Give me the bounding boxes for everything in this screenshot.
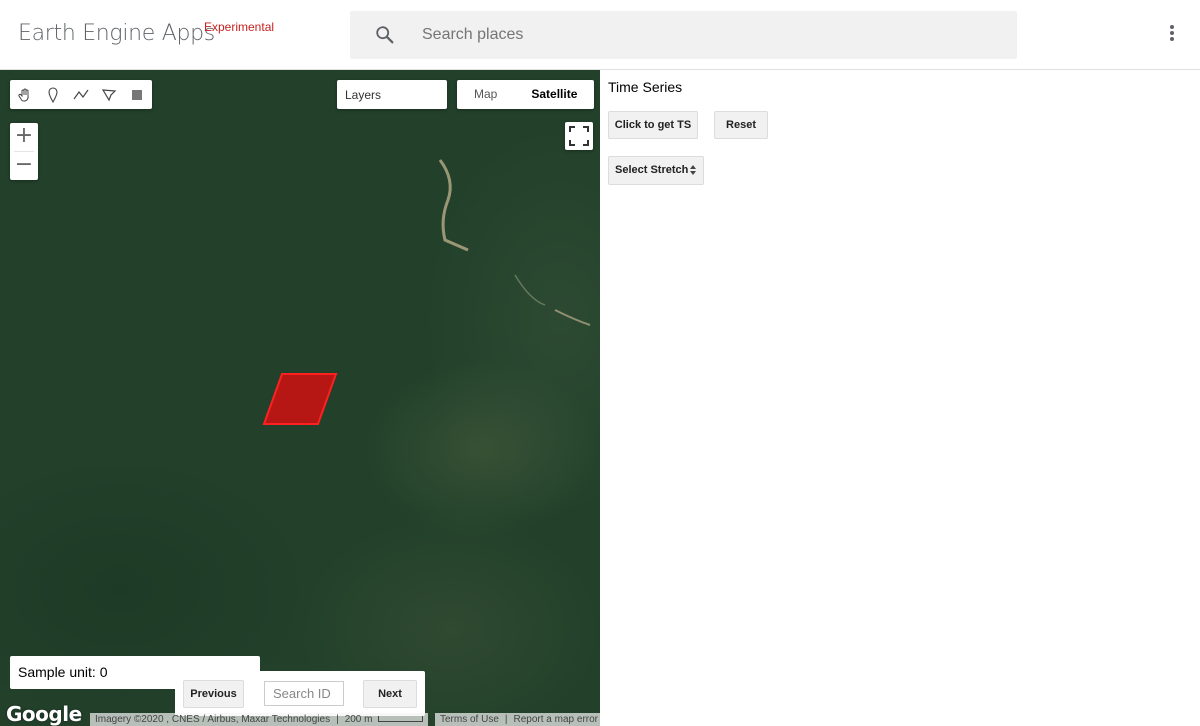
time-series-panel: Time Series Click to get TS Reset Select… bbox=[600, 70, 1200, 726]
search-box bbox=[350, 11, 1017, 59]
app-header: Earth Engine Apps Experimental bbox=[0, 0, 1200, 70]
next-button[interactable]: Next bbox=[363, 680, 417, 708]
select-stretch-dropdown[interactable]: Select Stretch bbox=[608, 156, 704, 185]
experimental-badge: Experimental bbox=[204, 20, 275, 34]
sort-arrows-icon bbox=[690, 165, 696, 175]
scale-label[interactable]: 200 m bbox=[345, 713, 373, 726]
line-icon[interactable] bbox=[67, 80, 95, 109]
reset-button[interactable]: Reset bbox=[714, 111, 768, 139]
map-legal-links: Terms of Use | Report a map error bbox=[435, 713, 600, 726]
zoom-out-button[interactable]: − bbox=[10, 152, 38, 180]
more-options-icon[interactable] bbox=[1163, 23, 1181, 47]
map-type-satellite[interactable]: Satellite bbox=[514, 80, 594, 109]
terms-link[interactable]: Terms of Use bbox=[440, 713, 499, 726]
rectangle-icon[interactable] bbox=[123, 80, 151, 109]
hand-icon[interactable] bbox=[11, 80, 39, 109]
marker-icon[interactable] bbox=[39, 80, 67, 109]
previous-button[interactable]: Previous bbox=[183, 680, 244, 708]
imagery-credit: Imagery ©2020 , CNES / Airbus, Maxar Tec… bbox=[95, 714, 331, 725]
zoom-control: + − bbox=[10, 123, 38, 180]
scale-bar bbox=[378, 716, 424, 722]
stretch-label: Select Stretch bbox=[615, 164, 689, 176]
zoom-in-button[interactable]: + bbox=[10, 123, 38, 151]
app-brand[interactable]: Earth Engine Apps bbox=[18, 21, 215, 46]
get-ts-button[interactable]: Click to get TS bbox=[608, 111, 698, 139]
search-id-input[interactable] bbox=[264, 681, 344, 706]
map-view[interactable]: Layers Map Satellite + − Sample unit: 0 … bbox=[0, 70, 600, 726]
map-attribution: Imagery ©2020 , CNES / Airbus, Maxar Tec… bbox=[90, 713, 429, 726]
map-type-switch: Map Satellite bbox=[457, 80, 595, 109]
panel-title: Time Series bbox=[608, 79, 683, 95]
drawing-tools bbox=[10, 80, 152, 109]
map-type-map[interactable]: Map bbox=[457, 80, 514, 109]
polygon-icon[interactable] bbox=[95, 80, 123, 109]
layers-button[interactable]: Layers bbox=[337, 80, 447, 109]
fullscreen-icon[interactable] bbox=[565, 122, 593, 150]
search-icon[interactable] bbox=[374, 24, 396, 46]
sample-navigation: Previous Next bbox=[175, 671, 425, 716]
sample-polygon[interactable] bbox=[262, 372, 338, 426]
legal-divider: | bbox=[504, 714, 508, 725]
search-places-input[interactable] bbox=[422, 21, 982, 49]
attribution-divider: | bbox=[336, 714, 339, 725]
google-logo: Google bbox=[6, 702, 82, 726]
report-error-link[interactable]: Report a map error bbox=[514, 713, 598, 726]
